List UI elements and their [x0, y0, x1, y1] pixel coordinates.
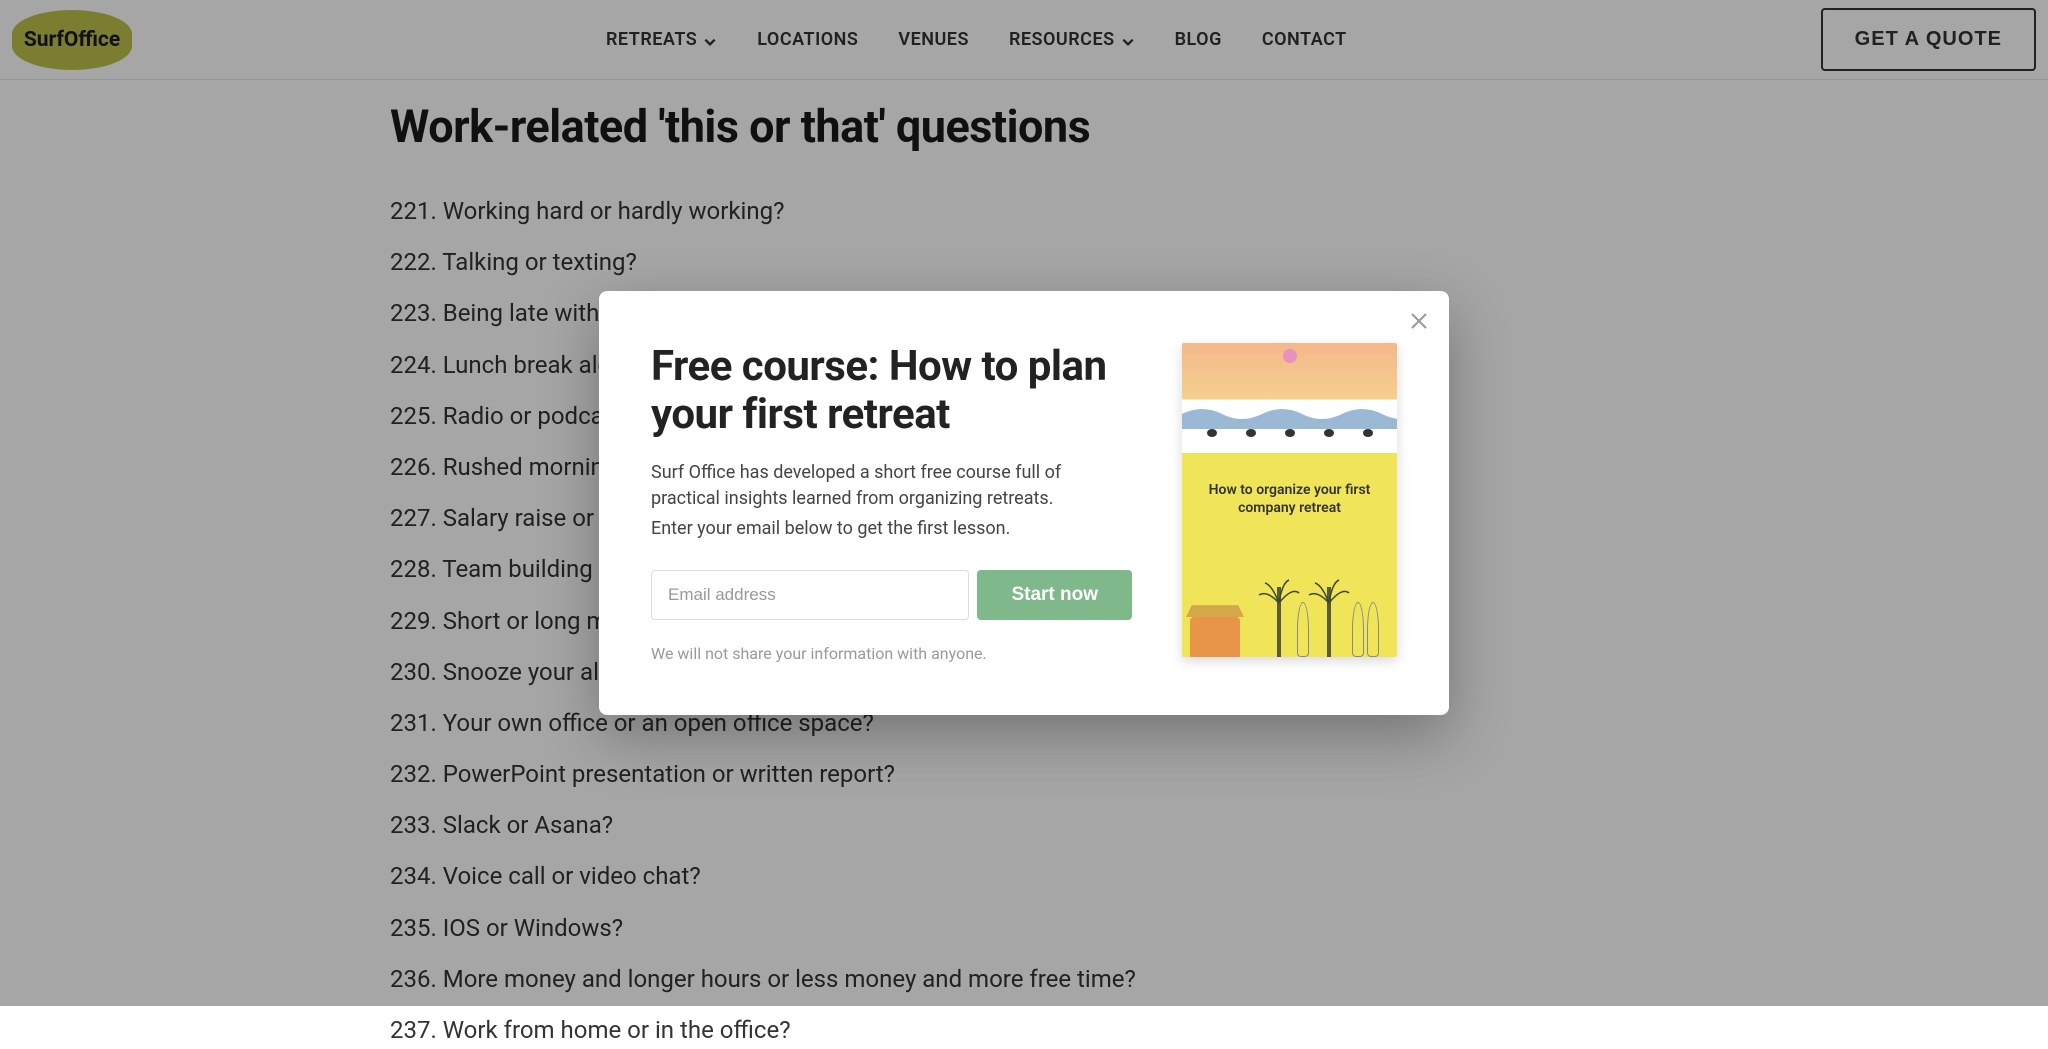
modal-description-2: Enter your email below to get the first …: [651, 516, 1132, 542]
beach-illustration: [1182, 557, 1397, 657]
modal-title: Free course: How to plan your first retr…: [651, 343, 1132, 440]
book-title-text: How to organize your first company retre…: [1182, 481, 1397, 517]
modal-description: Surf Office has developed a short free c…: [651, 460, 1132, 512]
start-button[interactable]: Start now: [977, 570, 1132, 620]
book-cover-illustration: How to organize your first company retre…: [1182, 343, 1397, 657]
modal-overlay[interactable]: Free course: How to plan your first retr…: [0, 0, 2048, 1006]
close-icon[interactable]: [1407, 309, 1431, 333]
modal-content: Free course: How to plan your first retr…: [651, 343, 1132, 663]
sun-icon: [1283, 349, 1297, 363]
wave-illustration: [1182, 399, 1397, 429]
privacy-text: We will not share your information with …: [651, 644, 1132, 663]
modal-image: How to organize your first company retre…: [1182, 343, 1397, 663]
signup-modal: Free course: How to plan your first retr…: [599, 291, 1449, 715]
question-item: 237. Work from home or in the office?: [390, 1012, 1290, 1049]
email-field[interactable]: [651, 570, 969, 620]
surfers-illustration: [1182, 429, 1397, 459]
signup-form: Start now: [651, 570, 1132, 620]
